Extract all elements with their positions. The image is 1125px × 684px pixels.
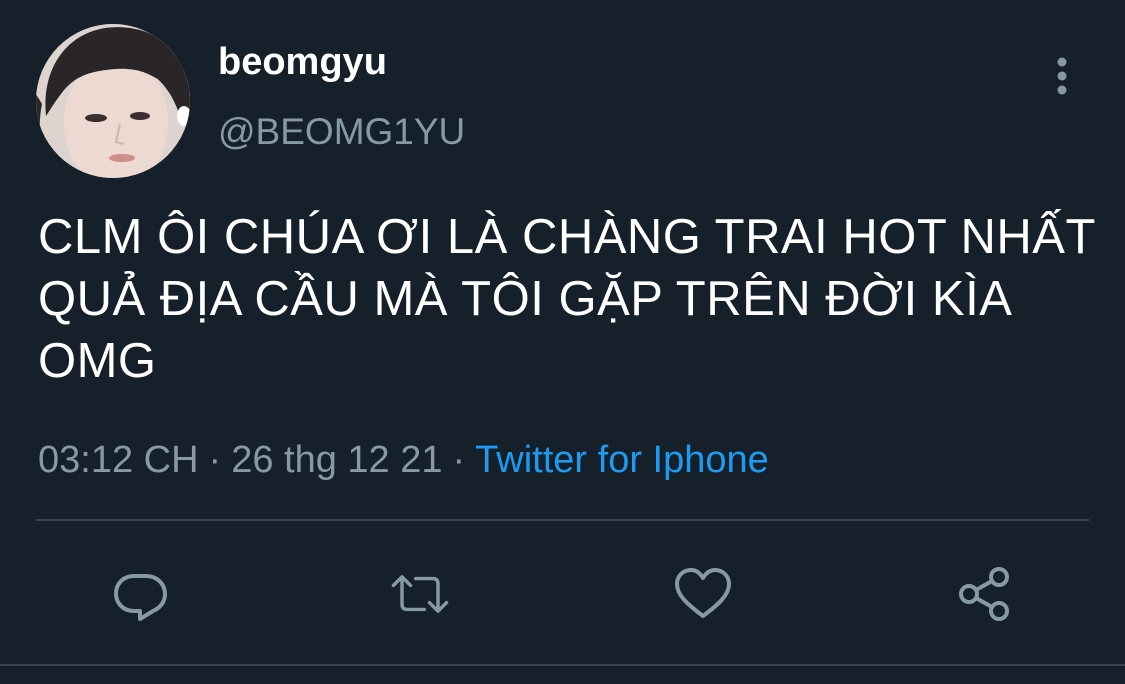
- avatar[interactable]: [36, 24, 190, 178]
- separator: ·: [452, 439, 466, 481]
- display-name[interactable]: beomgyu: [218, 40, 387, 84]
- like-button[interactable]: [673, 566, 733, 622]
- user-handle[interactable]: @BEOMG1YU: [218, 110, 465, 154]
- reply-icon: [114, 574, 167, 621]
- share-button[interactable]: [955, 566, 1015, 622]
- reply-button[interactable]: [110, 566, 170, 622]
- avatar-image: [36, 24, 190, 178]
- retweet-icon: [391, 575, 449, 613]
- tweet-text: CLM ÔI CHÚA ƠI LÀ CHÀNG TRAI HOT NHẤT QU…: [38, 210, 1096, 388]
- tweet-meta: 03:12 CH · 26 thg 12 21 · Twitter for Iphone: [38, 436, 769, 484]
- more-vertical-icon: [1057, 57, 1067, 95]
- tweet-date: 26 thg 12 21: [231, 439, 443, 481]
- tweet-detail: beomgyu @BEOMG1YU CLM ÔI CHÚA ƠI LÀ CHÀN…: [0, 0, 1125, 684]
- divider-bottom: [0, 664, 1125, 666]
- share-icon: [959, 567, 1009, 621]
- heart-icon: [675, 568, 731, 618]
- separator: ·: [208, 439, 222, 481]
- tweet-source-link[interactable]: Twitter for Iphone: [475, 439, 769, 481]
- divider: [36, 519, 1089, 521]
- retweet-button[interactable]: [390, 566, 450, 622]
- tweet-time: 03:12 CH: [38, 439, 199, 481]
- more-options-button[interactable]: [1040, 52, 1084, 100]
